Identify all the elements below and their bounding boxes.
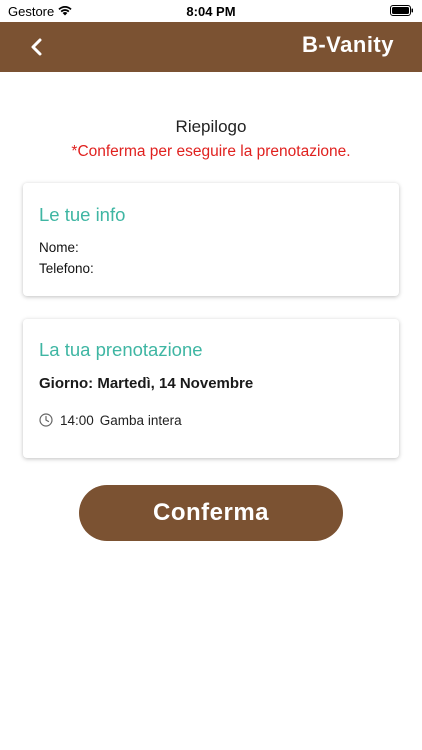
slot-time: 14:00 bbox=[60, 412, 94, 428]
booking-card-heading: La tua prenotazione bbox=[39, 339, 203, 360]
slot-service: Gamba intera bbox=[99, 412, 182, 428]
booking-slot: 14:00 Gamba intera bbox=[39, 411, 182, 429]
status-bar: Gestore 8:04 PM bbox=[0, 0, 422, 22]
info-card-heading: Le tue info bbox=[39, 204, 126, 225]
confirm-button[interactable]: Conferma bbox=[79, 485, 343, 541]
summary-note: *Conferma per eseguire la prenotazione. bbox=[71, 143, 351, 160]
chevron-left-icon bbox=[31, 38, 42, 56]
clock-icon bbox=[39, 413, 53, 427]
phone-label: Telefono: bbox=[39, 261, 94, 276]
info-card: Le tue info Nome: Telefono: bbox=[23, 183, 399, 296]
booking-card: La tua prenotazione Giorno: Martedì, 14 … bbox=[23, 319, 399, 458]
summary-title: Riepilogo bbox=[175, 117, 247, 136]
name-label: Nome: bbox=[39, 240, 79, 255]
app-title: B-Vanity bbox=[301, 32, 394, 57]
nav-bar: B-Vanity bbox=[0, 22, 422, 72]
back-button[interactable] bbox=[20, 32, 52, 62]
status-time: 8:04 PM bbox=[186, 4, 236, 19]
battery-icon bbox=[390, 5, 413, 16]
booking-day: Giorno: Martedì, 14 Novembre bbox=[39, 375, 254, 392]
